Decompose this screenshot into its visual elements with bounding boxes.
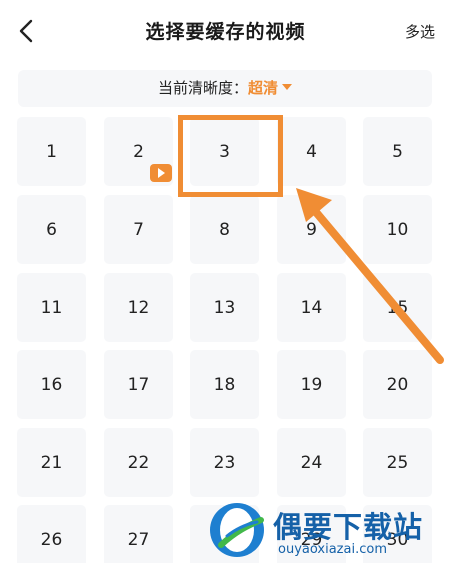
episode-cell-6[interactable]: 6: [17, 195, 86, 264]
episode-cell-24[interactable]: 24: [277, 428, 346, 497]
episode-grid: 1 2 3 4 5 6 7 8 9 10 11 12 13 14 15 16 17 18 19 20 21 22 23 24 2…: [0, 0, 451, 563]
episode-cell-21[interactable]: 21: [17, 428, 86, 497]
episode-number: 23: [213, 452, 236, 473]
episode-cell-15[interactable]: 15: [363, 273, 432, 342]
episode-number: 29: [300, 529, 323, 550]
episode-number: 27: [127, 529, 150, 550]
episode-cell-30[interactable]: 30: [363, 505, 432, 563]
episode-number: 17: [127, 374, 150, 395]
episode-number: 5: [392, 141, 403, 162]
episode-number: 20: [386, 374, 409, 395]
episode-number: 19: [300, 374, 323, 395]
episode-cell-17[interactable]: 17: [104, 350, 173, 419]
episode-cell-1[interactable]: 1: [17, 117, 86, 186]
episode-cell-26[interactable]: 26: [17, 505, 86, 563]
episode-cell-14[interactable]: 14: [277, 273, 346, 342]
episode-number: 3: [219, 141, 230, 162]
episode-cell-25[interactable]: 25: [363, 428, 432, 497]
episode-cell-5[interactable]: 5: [363, 117, 432, 186]
episode-cell-28[interactable]: 28: [190, 505, 259, 563]
episode-cell-20[interactable]: 20: [363, 350, 432, 419]
episode-number: 10: [386, 219, 409, 240]
episode-cell-10[interactable]: 10: [363, 195, 432, 264]
episode-number: 1: [46, 141, 57, 162]
episode-cell-18[interactable]: 18: [190, 350, 259, 419]
episode-number: 6: [46, 219, 57, 240]
episode-number: 2: [133, 141, 144, 162]
episode-number: 30: [386, 529, 409, 550]
episode-number: 7: [133, 219, 144, 240]
episode-number: 24: [300, 452, 323, 473]
episode-cell-13[interactable]: 13: [190, 273, 259, 342]
episode-cell-27[interactable]: 27: [104, 505, 173, 563]
episode-cell-8[interactable]: 8: [190, 195, 259, 264]
episode-cell-16[interactable]: 16: [17, 350, 86, 419]
episode-number: 21: [40, 452, 63, 473]
episode-cell-29[interactable]: 29: [277, 505, 346, 563]
episode-number: 22: [127, 452, 150, 473]
episode-cell-7[interactable]: 7: [104, 195, 173, 264]
episode-number: 12: [127, 297, 150, 318]
episode-number: 14: [300, 297, 323, 318]
episode-number: 16: [40, 374, 63, 395]
episode-number: 26: [40, 529, 63, 550]
episode-cell-9[interactable]: 9: [277, 195, 346, 264]
episode-number: 25: [386, 452, 409, 473]
episode-number: 8: [219, 219, 230, 240]
playing-badge-icon: [150, 164, 172, 182]
episode-cell-3[interactable]: 3: [190, 117, 259, 186]
episode-number: 18: [213, 374, 236, 395]
episode-cell-11[interactable]: 11: [17, 273, 86, 342]
episode-cell-22[interactable]: 22: [104, 428, 173, 497]
episode-number: 13: [213, 297, 236, 318]
episode-number: 11: [40, 297, 63, 318]
episode-number: 28: [213, 529, 236, 550]
episode-cell-4[interactable]: 4: [277, 117, 346, 186]
episode-cell-19[interactable]: 19: [277, 350, 346, 419]
episode-cell-12[interactable]: 12: [104, 273, 173, 342]
episode-number: 15: [386, 297, 409, 318]
episode-cell-2[interactable]: 2: [104, 117, 173, 186]
episode-number: 9: [306, 219, 317, 240]
episode-number: 4: [306, 141, 317, 162]
episode-cell-23[interactable]: 23: [190, 428, 259, 497]
